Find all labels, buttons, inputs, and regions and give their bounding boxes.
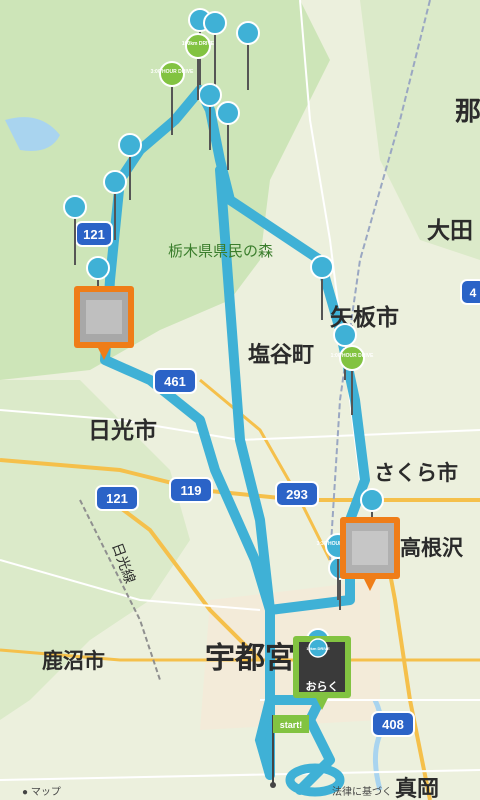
road-shield-4: 4 bbox=[460, 279, 480, 305]
map-canvas[interactable]: 矢板市 塩谷町 日光市 さくら市 高根沢 鹿沼市 宇都宮市 大田 那 真岡 栃木… bbox=[0, 0, 480, 800]
svg-text:100km DRIVE: 100km DRIVE bbox=[182, 41, 215, 47]
start-label: start! bbox=[280, 720, 303, 730]
city-label-nikko: 日光市 bbox=[88, 417, 157, 444]
svg-text:408: 408 bbox=[382, 717, 404, 732]
maps-attribution: ● マップ bbox=[22, 783, 61, 798]
svg-text:121: 121 bbox=[83, 227, 105, 242]
maps-app-label: マップ bbox=[30, 787, 61, 798]
city-label-ota: 大田 bbox=[427, 218, 473, 244]
svg-text:10km DRIVE: 10km DRIVE bbox=[306, 646, 330, 651]
city-label-moka: 真岡 bbox=[395, 776, 439, 800]
city-label-takanezawa: 高根沢 bbox=[400, 536, 464, 560]
road-shield-121-north: 121 bbox=[75, 221, 113, 247]
svg-text:119: 119 bbox=[181, 483, 202, 498]
svg-text:461: 461 bbox=[164, 374, 186, 389]
svg-text:1:00 HOUR DRIVE: 1:00 HOUR DRIVE bbox=[331, 353, 374, 359]
road-shield-119: 119 bbox=[169, 477, 213, 503]
svg-text:4: 4 bbox=[470, 286, 477, 300]
svg-text:293: 293 bbox=[286, 487, 308, 502]
road-shield-461: 461 bbox=[153, 368, 197, 394]
park-label: 栃木県県民の森 bbox=[168, 242, 273, 260]
city-label-shioya: 塩谷町 bbox=[248, 342, 314, 368]
svg-text:3:00 HOUR DRIVE: 3:00 HOUR DRIVE bbox=[151, 69, 194, 75]
svg-text:121: 121 bbox=[106, 491, 128, 506]
start-point-icon bbox=[270, 782, 276, 788]
road-shield-293: 293 bbox=[275, 481, 319, 507]
road-shield-408: 408 bbox=[371, 711, 415, 737]
road-shield-121-south: 121 bbox=[95, 485, 139, 511]
goal-label: おらく bbox=[306, 680, 339, 693]
city-label-sakura: さくら市 bbox=[374, 461, 458, 485]
city-label-na: 那 bbox=[455, 97, 480, 127]
apple-logo-icon: ● bbox=[22, 787, 29, 798]
legal-link[interactable]: 法律に基づく bbox=[332, 783, 392, 798]
city-label-kanuma: 鹿沼市 bbox=[42, 649, 105, 673]
